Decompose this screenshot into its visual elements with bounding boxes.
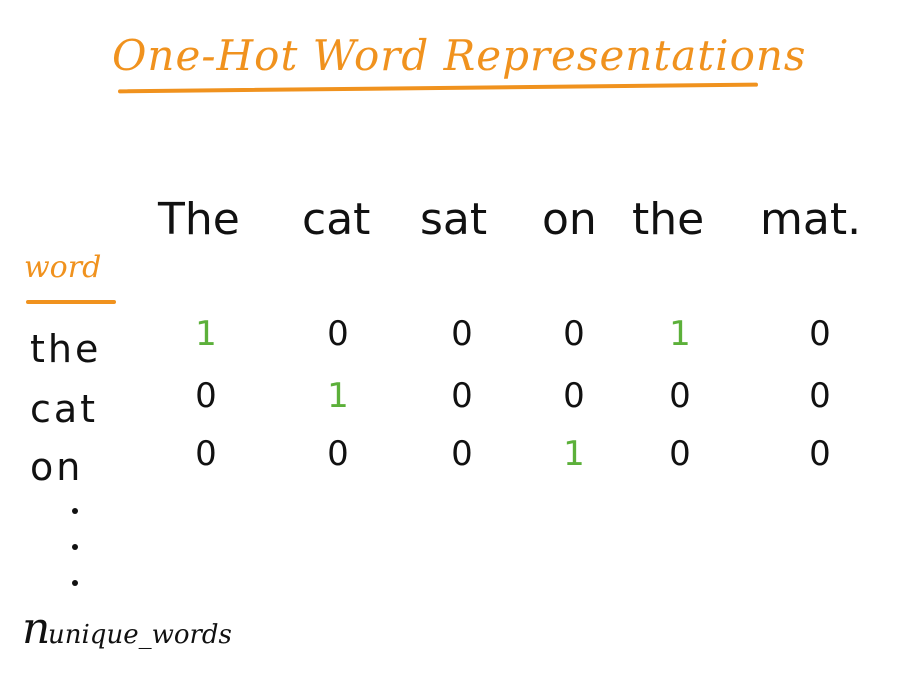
matrix-cell-the-2: 0 — [327, 314, 349, 354]
word-label-underline — [26, 300, 116, 304]
sentence-word-6: mat. — [760, 194, 862, 245]
matrix-cell-on-3: 0 — [451, 434, 473, 474]
matrix-cell-cat-5: 0 — [669, 376, 691, 416]
ellipsis-dot — [72, 580, 78, 586]
one-hot-diagram: One-Hot Word Representations word The ca… — [0, 0, 900, 678]
title-underline — [117, 82, 759, 94]
matrix-cell-cat-6: 0 — [809, 376, 831, 416]
matrix-cell-on-5: 0 — [669, 434, 691, 474]
diagram-title: One-Hot Word Representations — [112, 31, 807, 80]
matrix-cell-cat-4: 0 — [563, 376, 585, 416]
matrix-cell-on-6: 0 — [809, 434, 831, 474]
row-label-cat: cat — [30, 387, 99, 431]
row-label-on: on — [30, 445, 84, 489]
matrix-cell-the-3: 0 — [451, 314, 473, 354]
sentence-word-5: the — [632, 194, 705, 245]
matrix-cell-the-6: 0 — [809, 314, 831, 354]
vocab-size-n: n — [22, 603, 51, 654]
sentence-word-2: cat — [302, 194, 371, 245]
matrix-cell-cat-1: 0 — [195, 376, 217, 416]
row-label-the: the — [30, 327, 102, 371]
sentence-word-3: sat — [420, 194, 488, 245]
matrix-cell-on-2: 0 — [327, 434, 349, 474]
matrix-cell-on-1: 0 — [195, 434, 217, 474]
sentence-word-4: on — [542, 194, 597, 245]
ellipsis-dot — [72, 508, 78, 514]
matrix-cell-cat-2: 1 — [327, 376, 349, 416]
matrix-cell-on-4: 1 — [563, 434, 585, 474]
ellipsis-dots — [66, 500, 86, 600]
ellipsis-dot — [72, 544, 78, 550]
matrix-cell-the-1: 1 — [195, 314, 217, 354]
word-axis-label: word — [24, 250, 102, 285]
matrix-cell-the-4: 0 — [563, 314, 585, 354]
matrix-cell-the-5: 1 — [669, 314, 691, 354]
sentence-word-1: The — [158, 194, 240, 245]
matrix-cell-cat-3: 0 — [451, 376, 473, 416]
vocab-size-subscript: unique_words — [48, 620, 232, 650]
